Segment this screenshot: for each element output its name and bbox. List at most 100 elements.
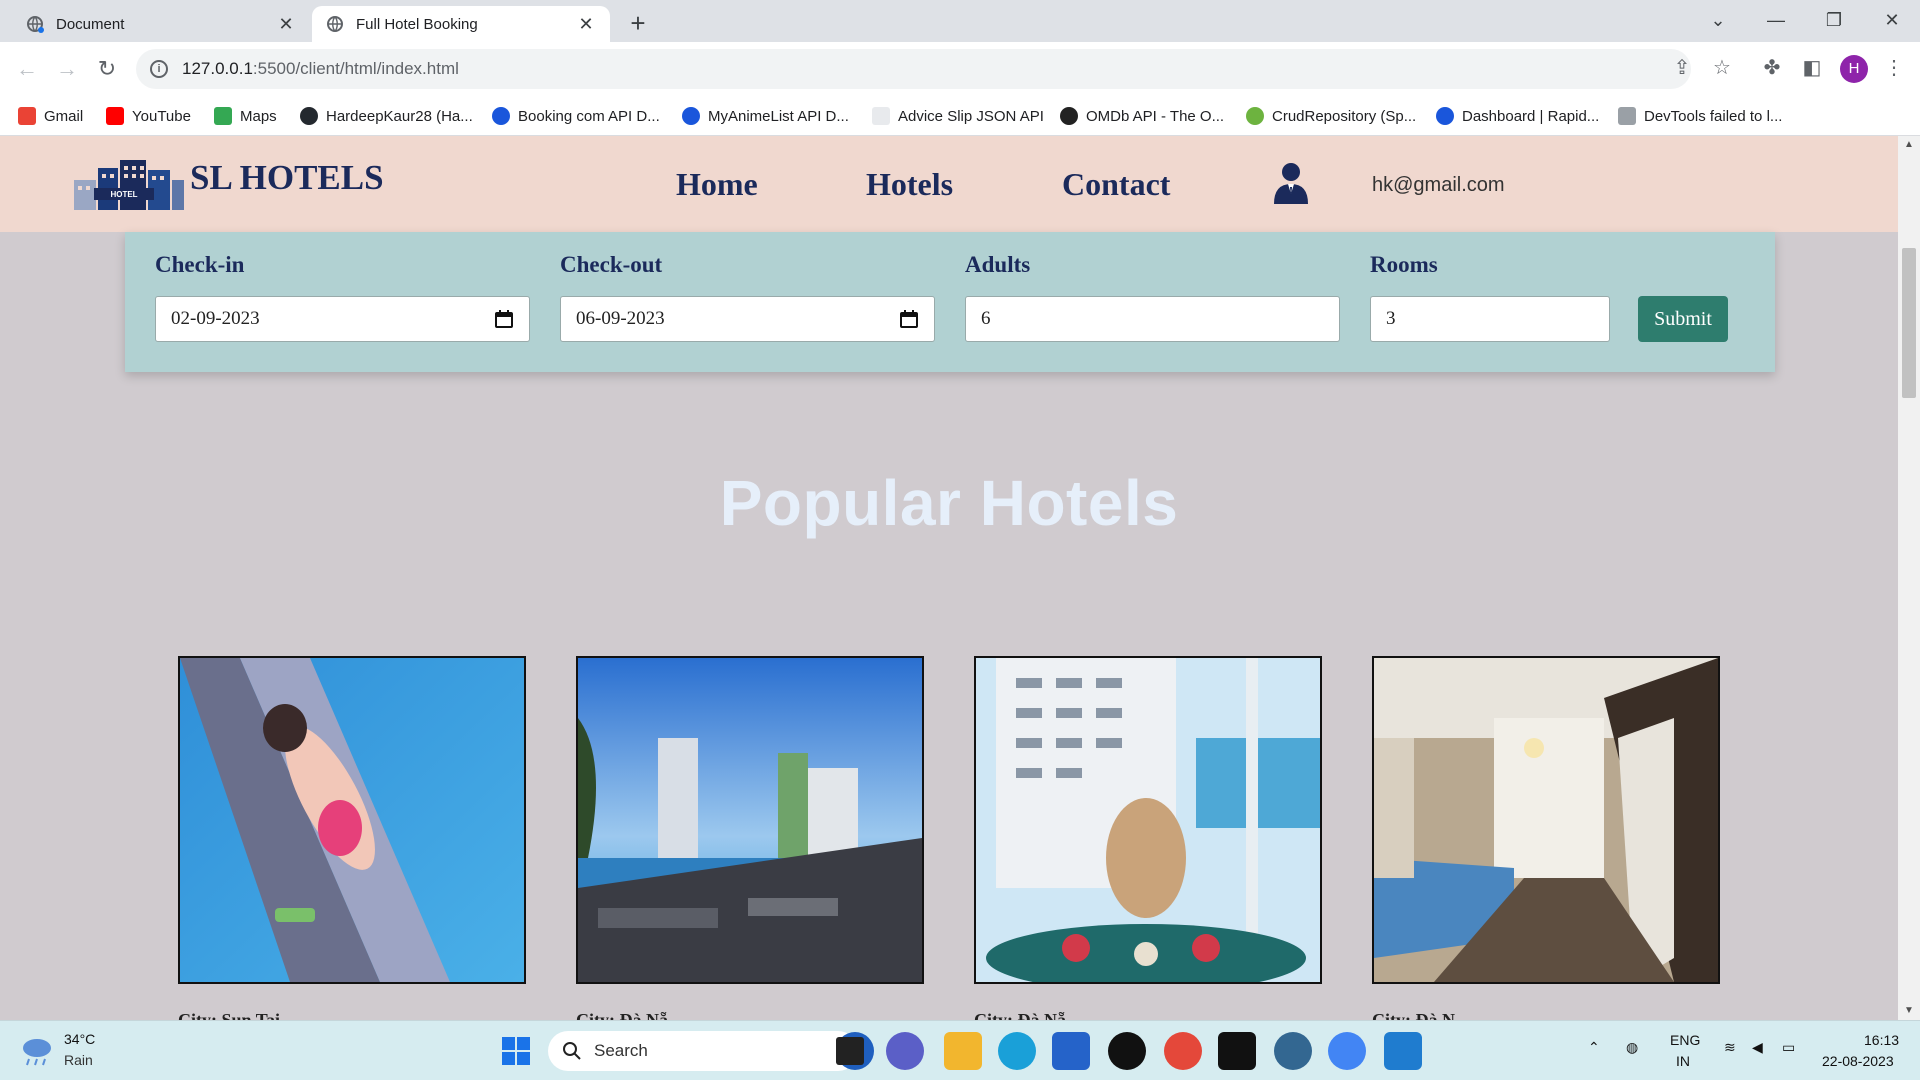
rain-cloud-icon[interactable]	[20, 1035, 54, 1067]
hotel-logo-icon: HOTEL	[74, 160, 184, 210]
extensions-icon[interactable]: ✤	[1758, 54, 1786, 82]
restore-button[interactable]: ❐	[1814, 6, 1854, 34]
hotel-image-rooftop-pool[interactable]	[576, 656, 924, 984]
bookmark-dashboard-rapid[interactable]: Dashboard | Rapid...	[1436, 104, 1599, 128]
calendar-icon[interactable]	[899, 309, 919, 329]
bookmark-youtube[interactable]: YouTube	[106, 104, 191, 128]
vscode-icon[interactable]	[1384, 1032, 1422, 1070]
address-bar[interactable]: i 127.0.0.1 :5500/client/html/index.html	[136, 49, 1691, 89]
language-code[interactable]: ENG	[1670, 1032, 1700, 1048]
hotel-city: City: Đà N...	[1372, 1010, 1469, 1020]
tab-search-dropdown-icon[interactable]: ⌄	[1698, 6, 1738, 34]
network-globe-icon[interactable]: ◍	[1626, 1039, 1638, 1056]
tab-document[interactable]: Document ✕	[12, 6, 310, 42]
postgresql-icon[interactable]	[1274, 1032, 1312, 1070]
search-label: Search	[594, 1041, 648, 1060]
wifi-icon[interactable]: ≋	[1724, 1039, 1736, 1056]
task-view-icon[interactable]	[836, 1037, 864, 1065]
back-button[interactable]: ←	[12, 54, 42, 84]
chrome-icon[interactable]	[1164, 1032, 1202, 1070]
github-icon	[300, 107, 318, 125]
nav-hotels[interactable]: Hotels	[866, 166, 953, 203]
side-panel-icon[interactable]: ◧	[1798, 54, 1826, 82]
film-icon	[1060, 107, 1078, 125]
brand-name[interactable]: SL HOTELS	[190, 158, 384, 198]
submit-button[interactable]: Submit	[1638, 296, 1728, 342]
page-scrollbar[interactable]: ▲ ▼	[1898, 136, 1920, 1020]
scroll-up-arrow-icon[interactable]: ▲	[1898, 136, 1920, 154]
weather-condition[interactable]: Rain	[64, 1052, 93, 1068]
intellij-icon[interactable]	[1218, 1032, 1256, 1070]
hotel-card[interactable]: City: Đà N...	[1372, 656, 1720, 1020]
profile-avatar[interactable]: H	[1840, 55, 1868, 83]
search-icon	[563, 1042, 581, 1060]
adults-input[interactable]: 6	[965, 296, 1340, 342]
globe-icon	[27, 16, 44, 33]
dell-icon[interactable]	[1108, 1032, 1146, 1070]
new-tab-button[interactable]: +	[622, 8, 654, 40]
svg-text:HOTEL: HOTEL	[110, 190, 137, 199]
bookmark-myanimelist-api[interactable]: MyAnimeList API D...	[682, 104, 849, 128]
close-window-button[interactable]: ✕	[1872, 6, 1912, 34]
rapidapi-icon	[492, 107, 510, 125]
language-region[interactable]: IN	[1676, 1053, 1690, 1069]
hotel-image-tower-tea[interactable]	[974, 656, 1322, 984]
youtube-icon	[106, 107, 124, 125]
spring-icon	[1246, 107, 1264, 125]
bookmark-star-icon[interactable]: ☆	[1708, 54, 1736, 82]
bookmark-github[interactable]: HardeepKaur28 (Ha...	[300, 104, 473, 128]
rapidapi-icon	[1436, 107, 1454, 125]
battery-icon[interactable]: ▭	[1782, 1039, 1795, 1056]
calendar-icon[interactable]	[494, 309, 514, 329]
page-viewport: HOTEL SL HOTELS Home Hotels Contact hk@g…	[0, 136, 1898, 1020]
chrome-profile-icon[interactable]	[1328, 1032, 1366, 1070]
bookmark-advice-slip[interactable]: Advice Slip JSON API	[872, 104, 1044, 128]
clock-time[interactable]: 16:13	[1864, 1032, 1899, 1048]
bookmark-devtools[interactable]: DevTools failed to l...	[1618, 104, 1782, 128]
bookmark-booking-api[interactable]: Booking com API D...	[492, 104, 660, 128]
hotel-card[interactable]: City: Đà Nẵ...	[974, 656, 1322, 1020]
forward-button[interactable]: →	[52, 54, 82, 84]
share-icon[interactable]: ⇪	[1668, 54, 1696, 82]
volume-icon[interactable]: ◀	[1752, 1039, 1763, 1056]
bookmark-maps[interactable]: Maps	[214, 104, 277, 128]
scroll-thumb[interactable]	[1902, 248, 1916, 398]
windows-taskbar: 34°C Rain Search ⌃ ◍ ENG IN ≋ ◀ ▭ 16:13 …	[0, 1020, 1920, 1080]
site-info-icon[interactable]: i	[150, 60, 168, 78]
tab-title: Document	[56, 15, 125, 33]
checkout-date-input[interactable]: 06-09-2023	[560, 296, 935, 342]
url-path: :5500/client/html/index.html	[252, 59, 459, 78]
checkin-date-input[interactable]: 02-09-2023	[155, 296, 530, 342]
reload-button[interactable]: ↻	[92, 54, 122, 84]
windows-start-icon[interactable]	[497, 1032, 535, 1070]
tab-close-icon[interactable]: ✕	[276, 14, 296, 35]
edge-icon[interactable]	[998, 1032, 1036, 1070]
menu-kebab-icon[interactable]: ⋮	[1880, 54, 1908, 82]
file-explorer-icon[interactable]	[944, 1032, 982, 1070]
teams-icon[interactable]	[886, 1032, 924, 1070]
user-icon[interactable]	[1272, 162, 1310, 204]
clock-date[interactable]: 22-08-2023	[1822, 1053, 1894, 1069]
nav-home[interactable]: Home	[676, 166, 758, 203]
bookmark-gmail[interactable]: Gmail	[18, 104, 83, 128]
bookmarks-bar: Gmail YouTube Maps HardeepKaur28 (Ha... …	[0, 96, 1920, 136]
tab-close-icon[interactable]: ✕	[576, 14, 596, 35]
show-hidden-icons-icon[interactable]: ⌃	[1588, 1039, 1600, 1056]
tab-full-hotel-booking[interactable]: Full Hotel Booking ✕	[312, 6, 610, 42]
scroll-down-arrow-icon[interactable]: ▼	[1898, 1002, 1920, 1020]
minimize-button[interactable]: —	[1756, 6, 1796, 34]
maps-icon	[214, 107, 232, 125]
hotel-card[interactable]: City: Sun Tai...	[178, 656, 526, 1020]
nav-contact[interactable]: Contact	[1062, 166, 1170, 203]
weather-temperature[interactable]: 34°C	[64, 1031, 95, 1047]
microsoft-store-icon[interactable]	[1052, 1032, 1090, 1070]
site-header: HOTEL SL HOTELS Home Hotels Contact hk@g…	[0, 136, 1898, 232]
bookmark-crudrepository[interactable]: CrudRepository (Sp...	[1246, 104, 1416, 128]
hotel-city: City: Sun Tai...	[178, 1010, 294, 1020]
taskbar-search[interactable]: Search	[548, 1031, 858, 1071]
hotel-image-pool-lounger[interactable]	[178, 656, 526, 984]
hotel-image-lobby[interactable]	[1372, 656, 1720, 984]
hotel-card[interactable]: City: Đà Nẵ...	[576, 656, 924, 1020]
rooms-input[interactable]: 3	[1370, 296, 1610, 342]
bookmark-omdb[interactable]: OMDb API - The O...	[1060, 104, 1224, 128]
